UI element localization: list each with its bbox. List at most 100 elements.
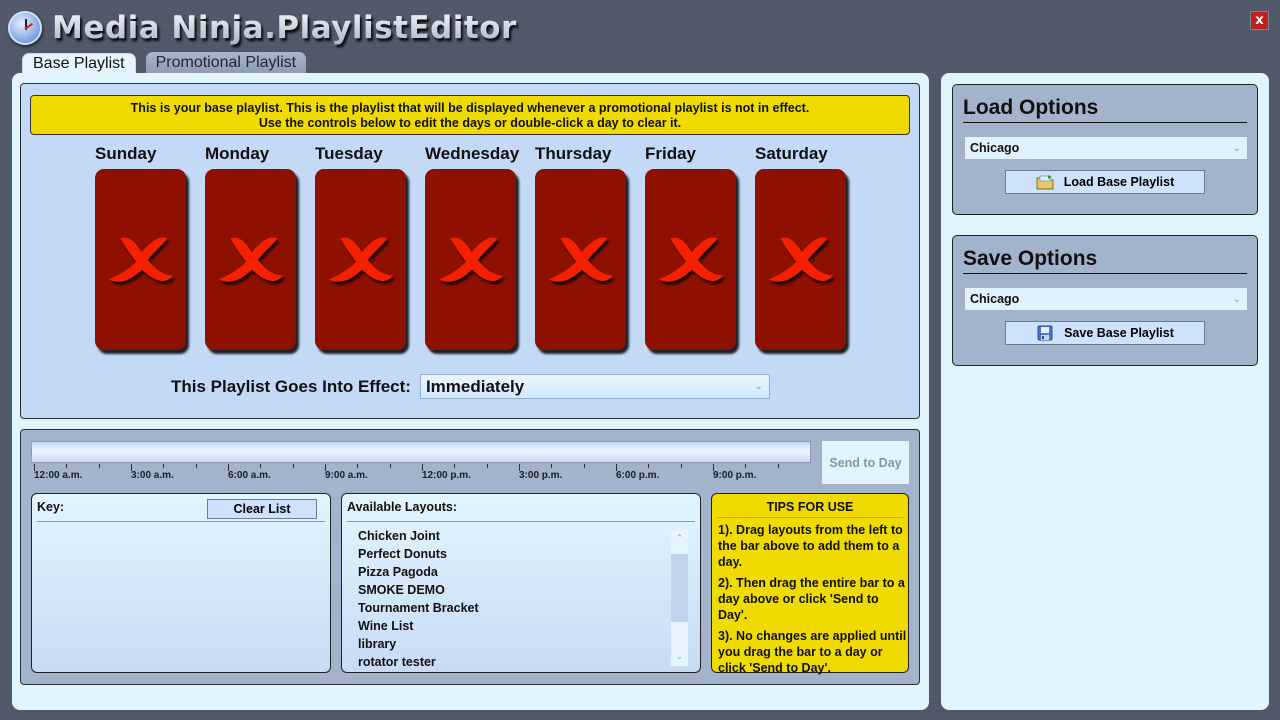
chevron-down-icon: ⌄ <box>754 381 763 392</box>
main-panel: This is your base playlist. This is the … <box>12 73 929 710</box>
day-saturday: Saturday <box>755 144 855 350</box>
title-bar: Media Ninja.PlaylistEditor <box>8 8 517 48</box>
load-options-box: Load Options Chicago ⌄ Load Base Playlis… <box>952 84 1258 215</box>
day-label: Friday <box>645 144 697 163</box>
x-mark-icon <box>328 236 393 282</box>
divider <box>347 521 695 522</box>
layout-item[interactable]: Wine List <box>358 617 479 635</box>
info-banner: This is your base playlist. This is the … <box>30 95 910 135</box>
time-label: 3:00 a.m. <box>131 470 174 481</box>
key-box: Key: Clear List <box>31 493 331 673</box>
divider <box>37 521 325 522</box>
layouts-scrollbar[interactable]: ⌃ ⌄ <box>671 530 688 666</box>
clear-list-button[interactable]: Clear List <box>207 499 317 519</box>
key-header: Key: <box>37 500 65 514</box>
load-base-playlist-button[interactable]: Load Base Playlist <box>1005 170 1205 194</box>
x-mark-icon <box>548 236 613 282</box>
time-label: 12:00 p.m. <box>422 470 471 481</box>
day-card[interactable] <box>315 169 406 350</box>
day-card[interactable] <box>425 169 516 350</box>
time-label: 6:00 p.m. <box>616 470 660 481</box>
save-button-label: Save Base Playlist <box>1064 326 1174 340</box>
timeline-bar[interactable] <box>31 441 811 463</box>
tab-base-playlist[interactable]: Base Playlist <box>22 53 136 74</box>
day-card[interactable] <box>535 169 626 350</box>
minor-tick <box>195 464 197 468</box>
minor-tick <box>292 464 294 468</box>
tip-item: 2). Then drag the entire bar to a day ab… <box>718 576 905 622</box>
save-base-playlist-button[interactable]: Save Base Playlist <box>1005 321 1205 345</box>
x-mark-icon <box>658 236 723 282</box>
send-to-day-button[interactable]: Send to Day <box>822 441 909 484</box>
minor-tick <box>486 464 488 468</box>
day-label: Saturday <box>755 144 828 163</box>
minor-tick <box>260 464 262 468</box>
layout-item[interactable]: Pizza Pagoda <box>358 563 479 581</box>
layout-item[interactable]: library <box>358 635 479 653</box>
minor-tick <box>745 464 747 468</box>
minor-tick <box>454 464 456 468</box>
banner-line-1: This is your base playlist. This is the … <box>130 101 810 115</box>
time-label: 9:00 p.m. <box>713 470 757 481</box>
effect-dropdown[interactable]: Immediately ⌄ <box>419 374 770 399</box>
x-mark-icon <box>768 236 833 282</box>
floppy-disk-icon <box>1036 325 1054 341</box>
load-location-dropdown[interactable]: Chicago ⌄ <box>965 137 1247 159</box>
x-mark-icon <box>438 236 503 282</box>
day-thursday: Thursday <box>535 144 635 350</box>
tips-title: TIPS FOR USE <box>766 500 854 514</box>
x-mark-icon <box>108 236 173 282</box>
time-label: 12:00 a.m. <box>34 470 83 481</box>
chevron-down-icon: ⌄ <box>1232 293 1241 305</box>
day-label: Tuesday <box>315 144 383 163</box>
day-label: Wednesday <box>425 144 520 163</box>
minor-tick <box>163 464 165 468</box>
save-location-value: Chicago <box>970 292 1020 306</box>
close-button[interactable]: x <box>1250 11 1269 30</box>
divider <box>717 517 903 518</box>
folder-icon <box>1036 174 1054 190</box>
layout-item[interactable]: Chicken Joint <box>358 527 479 545</box>
day-card[interactable] <box>95 169 186 350</box>
save-location-dropdown[interactable]: Chicago ⌄ <box>965 288 1247 310</box>
tab-promotional-playlist[interactable]: Promotional Playlist <box>145 52 307 74</box>
tab-bar: Base Playlist Promotional Playlist <box>22 52 307 74</box>
chevron-up-icon[interactable]: ⌃ <box>671 530 688 548</box>
save-options-box: Save Options Chicago ⌄ Save Base Playlis… <box>952 235 1258 366</box>
load-button-label: Load Base Playlist <box>1063 175 1175 189</box>
layout-item[interactable]: Perfect Donuts <box>358 545 479 563</box>
tip-item: 3). No changes are applied until you dra… <box>718 629 907 675</box>
load-location-value: Chicago <box>970 141 1020 155</box>
day-label: Sunday <box>95 144 157 163</box>
layout-item[interactable]: rotator tester <box>358 653 479 671</box>
day-monday: Monday <box>205 144 305 350</box>
layout-item[interactable]: SMOKE DEMO <box>358 581 479 599</box>
day-card[interactable] <box>645 169 736 350</box>
day-card[interactable] <box>205 169 296 350</box>
available-layouts-box: Available Layouts: Chicken Joint Perfect … <box>341 493 701 673</box>
time-label: 3:00 p.m. <box>519 470 563 481</box>
load-options-title: Load Options <box>963 96 1099 119</box>
day-sunday: Sunday <box>95 144 195 350</box>
day-label: Monday <box>205 144 270 163</box>
app-title: Media Ninja.PlaylistEditor <box>52 10 517 46</box>
time-label: 6:00 a.m. <box>228 470 271 481</box>
day-card[interactable] <box>755 169 846 350</box>
effect-label: This Playlist Goes Into Effect: <box>171 376 411 396</box>
day-friday: Friday <box>645 144 745 350</box>
divider <box>963 122 1247 123</box>
divider <box>963 273 1247 274</box>
chevron-down-icon[interactable]: ⌄ <box>671 648 688 666</box>
editor-section: 12:00 a.m. 3:00 a.m. 6:00 a.m. 9:00 a.m. 12:… <box>20 429 920 685</box>
layout-item[interactable]: Tournament Bracket <box>358 599 479 617</box>
minor-tick <box>357 464 359 468</box>
chevron-down-icon: ⌄ <box>1232 142 1241 154</box>
scroll-thumb[interactable] <box>671 554 688 622</box>
time-label: 9:00 a.m. <box>325 470 368 481</box>
day-label: Thursday <box>535 144 612 163</box>
side-panel: Load Options Chicago ⌄ Load Base Playlis… <box>941 73 1269 710</box>
effect-selected-value: Immediately <box>425 376 525 396</box>
days-section: This is your base playlist. This is the … <box>20 83 920 419</box>
layouts-header: Available Layouts: <box>347 500 457 514</box>
clock-icon <box>8 11 42 45</box>
